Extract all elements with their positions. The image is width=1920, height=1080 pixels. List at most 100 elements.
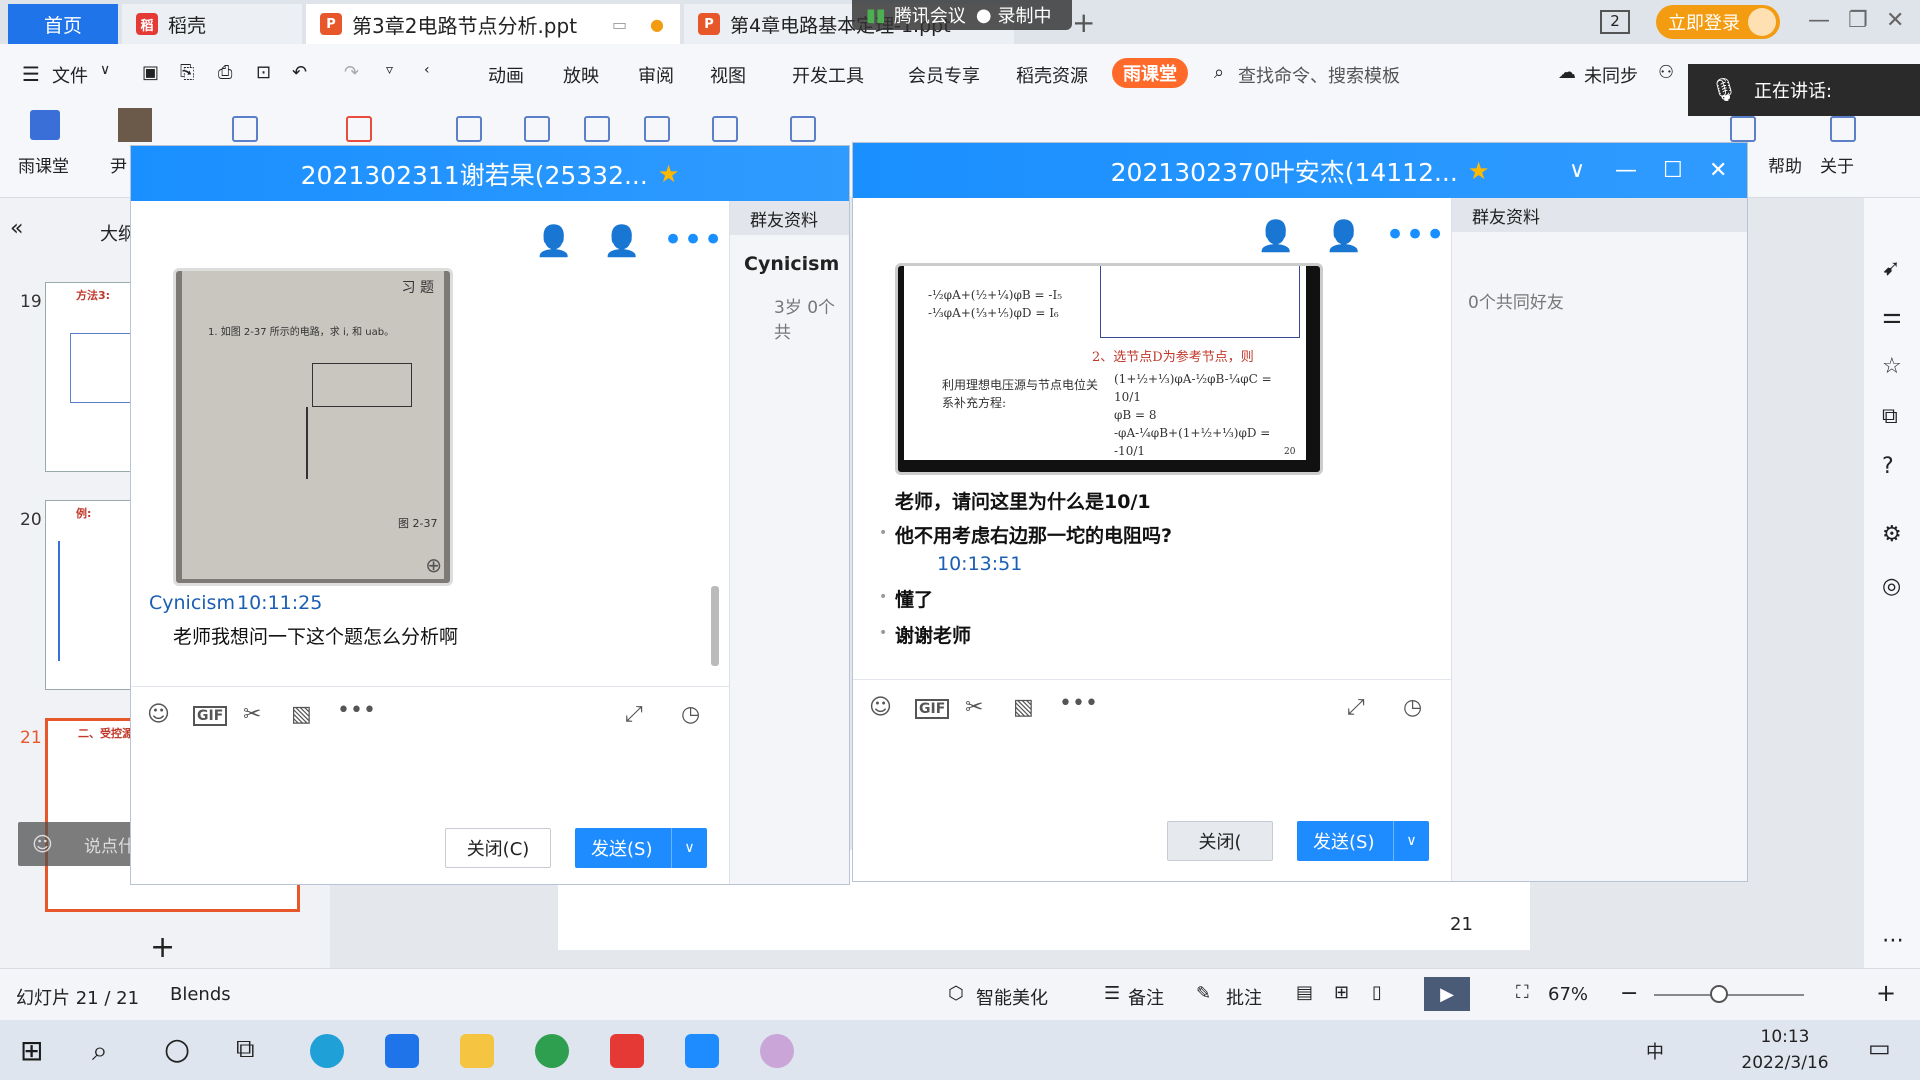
expand-icon[interactable]: ⤢ [1347,695,1365,720]
send-button[interactable]: 发送(S) ∨ [1297,821,1429,861]
more-tools-icon[interactable]: ••• [1059,691,1098,716]
save-icon[interactable]: ▣ [142,62,159,83]
image-icon[interactable]: ▧ [291,702,312,727]
mail-icon[interactable] [385,1034,419,1068]
chat-scrollbar[interactable] [711,586,719,666]
remove-member-icon[interactable]: 👤 [1325,219,1362,254]
collapse-pane-icon[interactable]: « [10,216,23,241]
menu-view[interactable]: 视图 [710,62,746,88]
add-member-icon[interactable]: 👤 [1257,219,1294,254]
chat-window-1-header[interactable]: 2021302311谢若杲(25332... ★ [131,146,849,201]
minimize-icon[interactable]: — [1615,158,1637,183]
send-button[interactable]: 发送(S) ∨ [575,828,707,868]
export-icon[interactable]: ⎘ [180,62,194,83]
more-tools-icon[interactable]: ••• [337,698,376,723]
clock-time[interactable]: 10:13 [1730,1024,1840,1050]
menu-daoke[interactable]: 稻壳资源 [1016,62,1088,88]
menu-yuketang[interactable]: 雨课堂 [1112,58,1188,88]
help-label[interactable]: 帮助 [1768,152,1802,177]
tencent-meeting-banner[interactable]: ▮▮ 腾讯会议 ● 录制中 [852,0,1072,30]
search-icon[interactable]: ⌕ [92,1034,108,1068]
gif-icon[interactable]: GIF [915,699,950,719]
play-button[interactable]: ▶ [1424,977,1470,1011]
user-photo-icon[interactable] [118,108,152,142]
scroll-left-icon[interactable]: ‹ [424,62,430,78]
compass-icon[interactable]: ◎ [1882,574,1901,599]
adjust-icon[interactable]: ⚌ [1882,304,1902,329]
chat-window-2-header[interactable]: 2021302370叶安杰(14112... ★ ∨ — ☐ ✕ [853,143,1747,198]
new-tab-icon[interactable]: + [1072,6,1095,39]
ribbon-tool-icon[interactable] [232,116,258,142]
add-member-icon[interactable]: 👤 [535,224,572,259]
edge-icon[interactable] [310,1034,344,1068]
zoom-level[interactable]: 67% [1548,984,1588,1005]
normal-view-icon[interactable]: ▤ [1296,982,1313,1003]
notification-icon[interactable]: ▭ [1868,1034,1891,1062]
cloud-icon[interactable]: ☁ [1558,62,1576,83]
ribbon-tool-icon[interactable] [456,116,482,142]
homework-photo[interactable]: 习 题 1. 如图 2-37 所示的电路，求 i, 和 uab。 图 2-37 … [173,268,453,586]
reading-view-icon[interactable]: ▯ [1372,982,1382,1003]
scissors-icon[interactable]: ✂ [243,702,261,727]
menu-animation[interactable]: 动画 [488,62,524,88]
notes-button[interactable]: 备注 [1128,984,1164,1010]
image-icon[interactable]: ▧ [1013,695,1034,720]
ribbon-yuketang-label[interactable]: 雨课堂 [18,152,69,177]
browser-icon[interactable] [535,1034,569,1068]
close-icon[interactable]: ✕ [1709,158,1727,183]
more-icon[interactable]: ••• [663,220,723,260]
ribbon-tool-icon[interactable] [1830,116,1856,142]
command-search-input[interactable]: 查找命令、搜索模板 [1238,62,1400,88]
redo-icon[interactable]: ↷ [344,62,359,83]
minimize-icon[interactable]: — [1808,8,1830,33]
windows-start-icon[interactable]: ⊞ [20,1034,43,1067]
theme-name[interactable]: Blends [170,984,231,1005]
maximize-icon[interactable]: ☐ [1663,158,1683,183]
tab-home[interactable]: 首页 [8,4,118,44]
rocket-icon[interactable]: ➹ [1882,256,1900,281]
task-view-icon[interactable]: ⧉ [236,1034,255,1065]
share-user-icon[interactable]: ⚇ [1658,62,1674,83]
chevron-down-icon[interactable]: ∨ [1393,821,1429,861]
expand-icon[interactable]: ⤢ [625,702,643,727]
menu-devtools[interactable]: 开发工具 [792,62,864,88]
search-icon[interactable]: ⌕ [1214,62,1224,83]
emoji-icon[interactable]: ☺ [32,832,53,856]
undo-icon[interactable]: ↶ [292,62,307,83]
about-label[interactable]: 关于 [1820,152,1854,177]
more-icon[interactable]: ▿ [386,62,393,78]
close-button[interactable]: 关闭( [1167,821,1273,861]
sync-status[interactable]: 未同步 [1584,62,1638,88]
ribbon-tool-icon[interactable] [1730,116,1756,142]
menu-file[interactable]: 文件 [52,62,88,88]
more-options-icon[interactable]: ⋯ [1882,928,1904,953]
close-button[interactable]: 关闭(C) [445,828,551,868]
zoom-slider-handle[interactable] [1710,985,1728,1003]
more-icon[interactable]: ••• [1385,215,1445,255]
meeting-app-icon[interactable] [685,1034,719,1068]
clock-date[interactable]: 2022/3/16 [1730,1050,1840,1076]
gif-icon[interactable]: GIF [193,706,228,726]
emoji-icon[interactable]: ☺ [869,695,892,720]
zoom-in-icon[interactable]: + [1876,979,1896,1007]
zoom-out-icon[interactable]: − [1620,981,1638,1006]
zoom-icon[interactable]: ⊕ [425,553,442,577]
tab-chapter3-ppt[interactable]: P 第3章2电路节点分析.ppt ▭ ● [306,4,680,44]
ribbon-text-icon[interactable] [644,116,670,142]
history-icon[interactable]: ◷ [1403,695,1422,720]
close-icon[interactable]: ✕ [1886,8,1904,33]
ribbon-tool-icon[interactable] [712,116,738,142]
restore-icon[interactable]: ❐ [1848,8,1868,33]
menu-slideshow[interactable]: 放映 [563,62,599,88]
yuketang-logo-icon[interactable] [30,110,60,140]
chevron-down-icon[interactable]: ∨ [671,828,707,868]
comment-button[interactable]: 批注 [1226,984,1262,1010]
chevron-down-icon[interactable]: ∨ [100,62,110,78]
shared-slide-screenshot[interactable]: -½φA+(½+¼)φB = -I₅ -⅓φA+(⅓+⅕)φD = I₆ 2、选节… [895,263,1323,475]
tab-daoke[interactable]: 稻 稻壳 [122,4,302,44]
star-icon[interactable]: ☆ [1882,354,1902,379]
add-slide-icon[interactable]: + [150,930,175,965]
login-button[interactable]: 立即登录 [1656,5,1780,39]
preview-icon[interactable]: ⊡ [256,62,271,83]
scissors-icon[interactable]: ✂ [965,695,983,720]
